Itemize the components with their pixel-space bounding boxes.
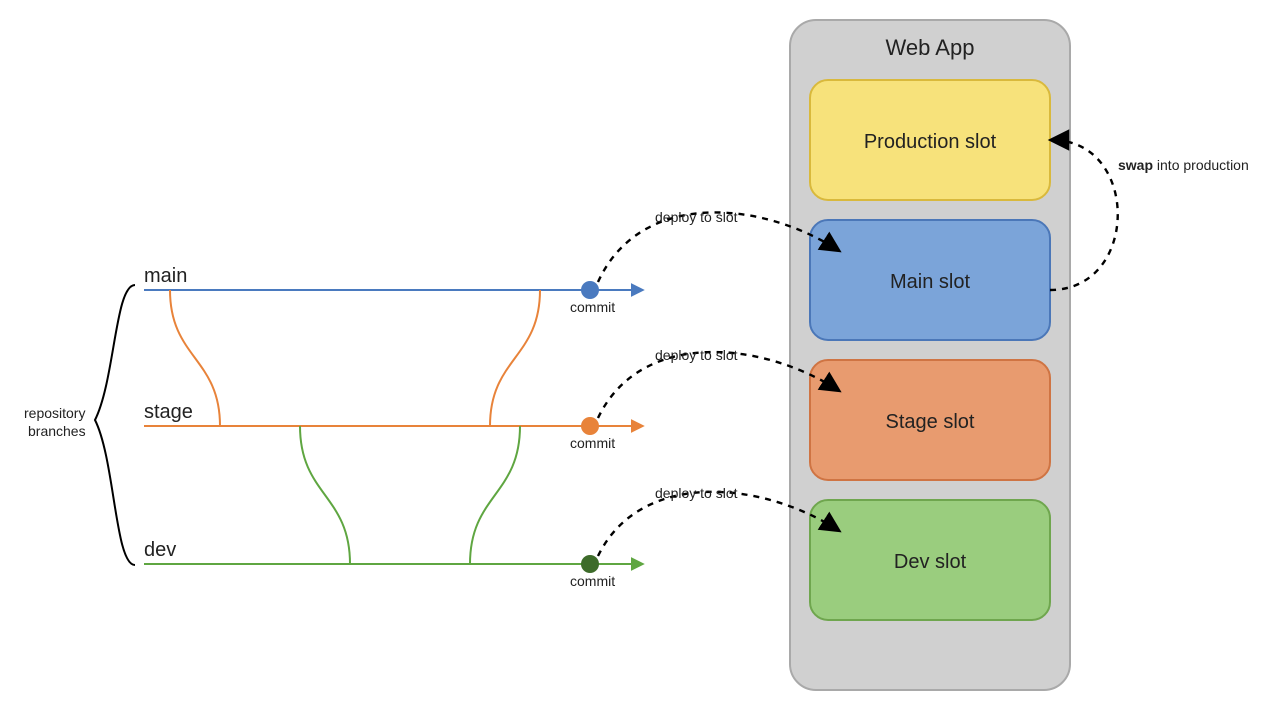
branch-stage-label: stage (144, 401, 193, 423)
swap-arrow: swap into production (1050, 140, 1249, 290)
merge-stage-dev (300, 426, 520, 564)
branch-main-label: main (144, 265, 187, 287)
slot-production-label: Production slot (864, 131, 997, 153)
branch-stage-commit: commit (570, 435, 615, 451)
commit-dot-icon (581, 555, 599, 573)
commit-dot-icon (581, 417, 599, 435)
branch-main: main commit (144, 265, 642, 315)
deploy-dev-label: deploy to slot (655, 485, 738, 501)
deploy-main-label: deploy to slot (655, 209, 738, 225)
branch-dev-commit: commit (570, 573, 615, 589)
repository-label-l1: repository (24, 405, 85, 421)
repository-label-l2: branches (28, 423, 86, 439)
branch-main-commit: commit (570, 299, 615, 315)
slot-main-label: Main slot (890, 271, 970, 293)
branch-dev: dev commit (144, 539, 642, 589)
slot-dev-label: Dev slot (894, 551, 967, 573)
swap-label: swap into production (1118, 157, 1249, 173)
webapp-panel: Web App Production slot Main slot Stage … (790, 20, 1070, 690)
commit-dot-icon (581, 281, 599, 299)
merge-main-stage (170, 290, 540, 426)
left-brace (95, 285, 135, 565)
slot-stage-label: Stage slot (886, 411, 975, 433)
webapp-title: Web App (886, 35, 975, 60)
branch-dev-label: dev (144, 539, 176, 561)
deploy-stage-label: deploy to slot (655, 347, 738, 363)
